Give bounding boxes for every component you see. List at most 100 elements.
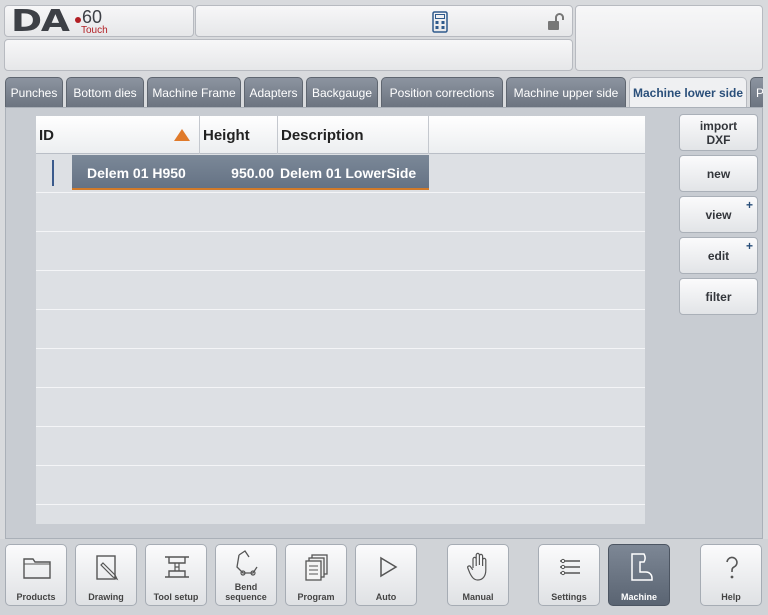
tab-label: Machine Frame [152, 85, 236, 100]
label-line: import [699, 118, 738, 133]
label-line: Bend [234, 582, 258, 592]
column-label: ID [39, 126, 54, 144]
cell-description: Delem 01 LowerSide [280, 164, 417, 181]
message-bar [4, 39, 573, 71]
tab-label: Punches [10, 85, 58, 100]
program-pages-icon [305, 554, 328, 581]
cell-height: 950.00 [231, 164, 274, 181]
nav-bend-sequence-button[interactable]: Bend sequence [215, 544, 277, 606]
view-label: view [705, 207, 732, 222]
nav-label: Manual [462, 592, 494, 602]
edit-button[interactable]: edit + [679, 237, 758, 274]
nav-label: Bend sequence [216, 582, 276, 602]
row-cursor [52, 160, 54, 186]
status-bar [195, 5, 573, 37]
tools-table: ID Height Description Delem 01 H950 950.… [36, 116, 645, 524]
folder-icon [23, 558, 51, 579]
column-header-description[interactable]: Description [278, 116, 429, 154]
nav-program-button[interactable]: Program [285, 544, 347, 606]
tab-label: Adapters [249, 85, 298, 100]
play-icon [380, 556, 398, 578]
table-row[interactable] [36, 505, 645, 524]
tab-label: Machine lower side [632, 85, 744, 100]
tab-machine-frame[interactable]: Machine Frame [147, 77, 241, 107]
table-row[interactable] [36, 271, 645, 310]
table-row[interactable] [36, 193, 645, 232]
logo-panel: DA 60 Touch [4, 5, 194, 37]
logo-model: 60 [82, 7, 103, 27]
column-label: Description [281, 126, 364, 144]
tab-label: Machine upper side [513, 85, 619, 100]
nav-settings-button[interactable]: Settings [538, 544, 600, 606]
tab-label: Backgauge [311, 85, 373, 100]
table-row[interactable] [36, 466, 645, 505]
table-header: ID Height Description [36, 116, 645, 154]
view-button[interactable]: view + [679, 196, 758, 233]
tab-machine-lower-side[interactable]: Machine lower side [629, 77, 747, 107]
nav-manual-button[interactable]: Manual [447, 544, 509, 606]
unlocked-icon[interactable] [547, 12, 567, 32]
logo-touch: Touch [81, 25, 108, 36]
drawing-pencil-icon [96, 555, 119, 581]
bottom-navigation: Products Drawing Tool setup Bend sequence… [0, 539, 768, 615]
column-label: Height [203, 126, 250, 144]
label-line: DXF [706, 132, 731, 147]
nav-label: Products [16, 592, 56, 602]
nav-label: Help [721, 592, 741, 602]
table-row[interactable] [36, 388, 645, 427]
nav-label: Drawing [88, 592, 124, 602]
selected-row-highlight: Delem 01 H950 950.00 Delem 01 LowerSide [72, 155, 429, 190]
plus-icon: + [745, 198, 753, 212]
cell-id: Delem 01 H950 [87, 164, 186, 181]
calculator-icon[interactable] [432, 11, 448, 33]
tab-punches[interactable]: Punches [5, 77, 63, 107]
column-divider [428, 116, 429, 154]
table-row[interactable]: Delem 01 H950 950.00 Delem 01 LowerSide [36, 154, 645, 193]
info-panel [575, 5, 763, 71]
tab-label: Bottom dies [73, 85, 137, 100]
tab-bar: Punches Bottom dies Machine Frame Adapte… [5, 77, 763, 107]
table-row[interactable] [36, 427, 645, 466]
tab-label: Position corrections [389, 85, 495, 100]
table-row[interactable] [36, 349, 645, 388]
import-dxf-label: import DXF [700, 119, 737, 147]
tab-bottom-dies[interactable]: Bottom dies [66, 77, 144, 107]
logo-dot [75, 17, 81, 23]
nav-machine-button[interactable]: Machine [608, 544, 670, 606]
nav-products-button[interactable]: Products [5, 544, 67, 606]
nav-help-button[interactable]: Help [700, 544, 762, 606]
nav-auto-button[interactable]: Auto [355, 544, 417, 606]
nav-tool-setup-button[interactable]: Tool setup [145, 544, 207, 606]
nav-label: Machine [620, 592, 657, 602]
nav-label: Auto [375, 592, 397, 602]
filter-label: filter [705, 289, 732, 304]
new-button[interactable]: new [679, 155, 758, 192]
settings-list-icon [560, 558, 580, 576]
filter-button[interactable]: filter [679, 278, 758, 315]
tab-machine-upper-side[interactable]: Machine upper side [506, 77, 626, 107]
nav-label: Settings [551, 592, 587, 602]
label-line: sequence [225, 592, 267, 602]
tab-adapters[interactable]: Adapters [244, 77, 303, 107]
tool-setup-icon [165, 556, 189, 578]
tab-more[interactable]: P [750, 77, 763, 107]
tab-label: P [756, 86, 763, 100]
nav-drawing-button[interactable]: Drawing [75, 544, 137, 606]
tab-position-corrections[interactable]: Position corrections [381, 77, 503, 107]
column-header-height[interactable]: Height [200, 116, 278, 154]
edit-label: edit [707, 248, 730, 263]
help-question-icon [726, 556, 738, 579]
delem-logo: DA 60 Touch [11, 4, 115, 39]
table-row[interactable] [36, 232, 645, 271]
table-row[interactable] [36, 310, 645, 349]
sort-ascending-icon[interactable] [174, 129, 190, 141]
machine-icon [631, 553, 653, 581]
plus-icon: + [745, 239, 753, 253]
hand-icon [467, 552, 487, 581]
import-dxf-button[interactable]: import DXF [679, 114, 758, 151]
tab-backgauge[interactable]: Backgauge [306, 77, 378, 107]
logo-brand: DA [11, 4, 70, 39]
content-area: ID Height Description Delem 01 H950 950.… [5, 107, 763, 539]
bend-sequence-icon [236, 550, 258, 576]
nav-label: Tool setup [153, 592, 199, 602]
